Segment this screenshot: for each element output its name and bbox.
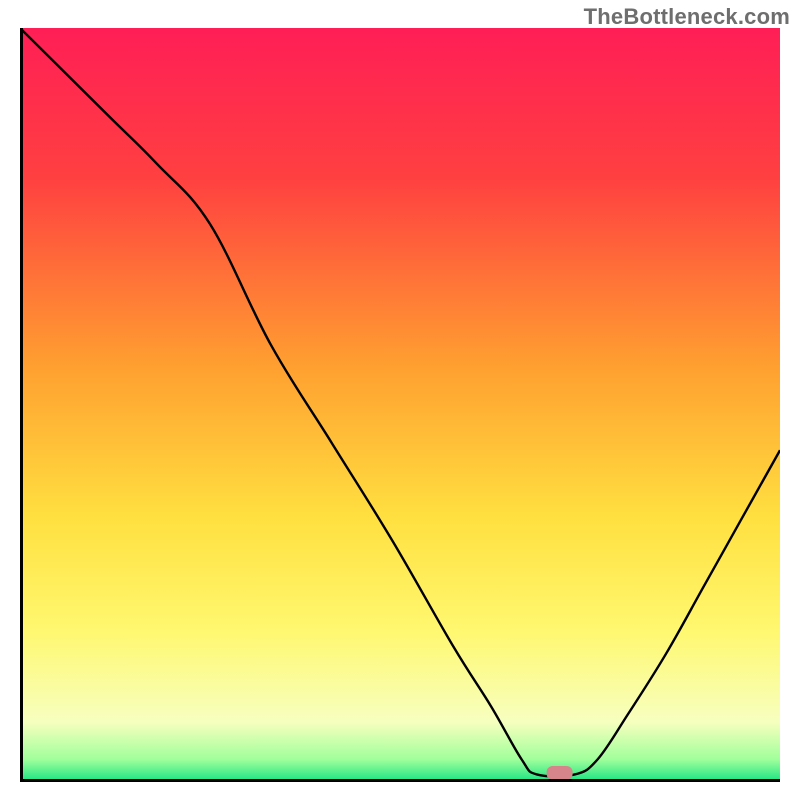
plot-area [20,28,780,782]
chart-svg [20,28,780,782]
chart-container: TheBottleneck.com [0,0,800,800]
optimum-marker [547,766,573,780]
watermark-text: TheBottleneck.com [584,4,790,30]
